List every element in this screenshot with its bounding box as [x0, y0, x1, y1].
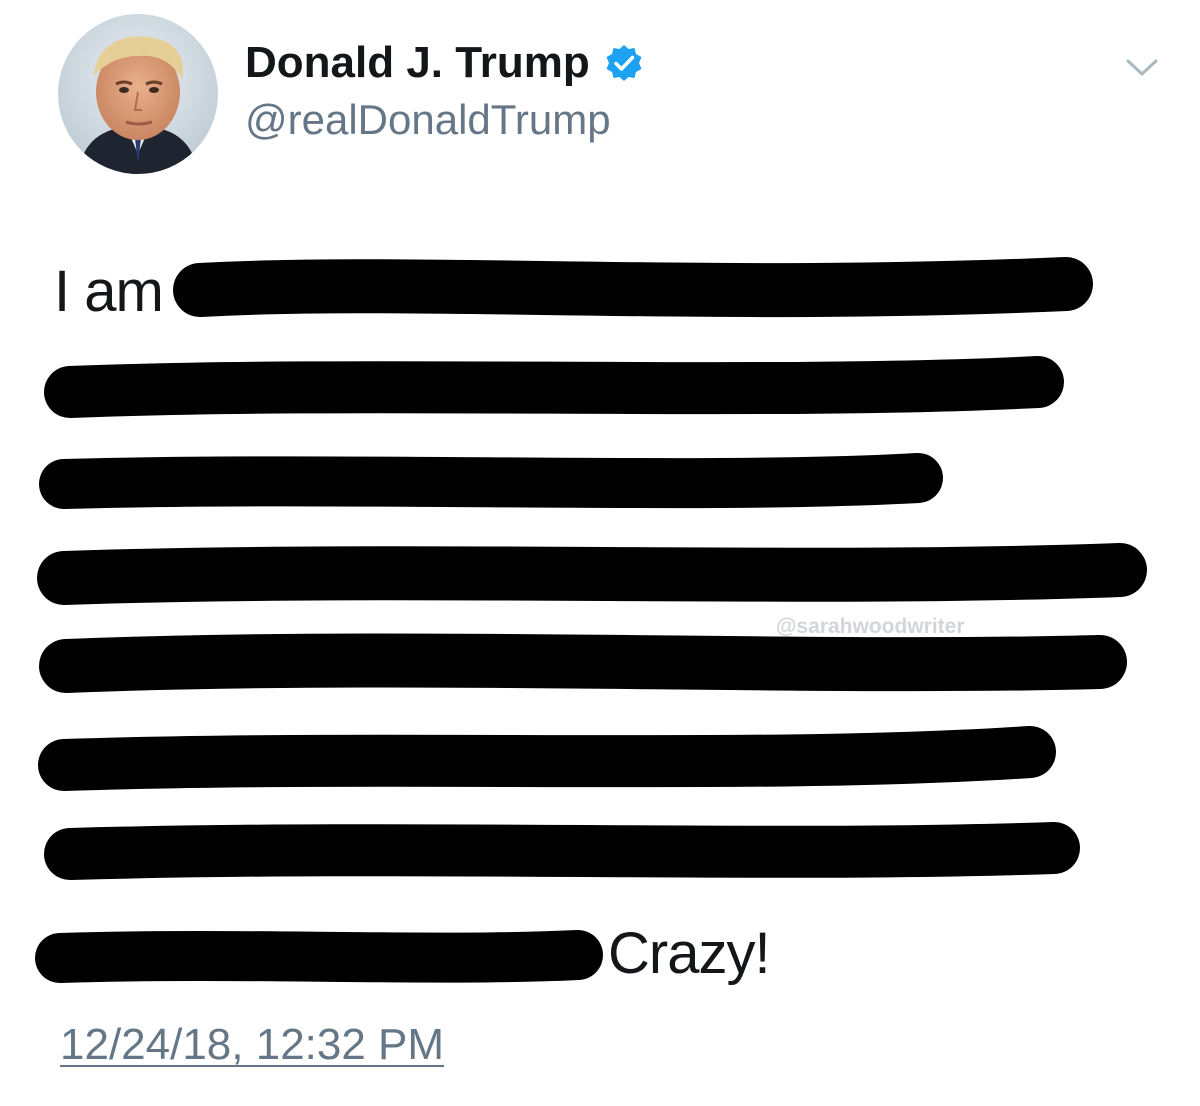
redaction-line-3	[39, 453, 943, 509]
tweet: Donald J. Trump @realDonaldTrump I am Cr…	[0, 0, 1200, 1106]
redaction-line-6	[38, 726, 1056, 791]
timestamp[interactable]: 12/24/18, 12:32 PM	[60, 1020, 444, 1070]
redaction-line-4	[37, 543, 1147, 605]
redaction-marks	[35, 257, 1147, 983]
redaction-line-8	[35, 930, 603, 983]
redaction-line-1	[173, 257, 1093, 318]
tweet-text: I am Crazy! @sarahwoodwriter	[0, 0, 1200, 1000]
watermark: @sarahwoodwriter	[776, 615, 965, 638]
redaction-line-5	[39, 633, 1127, 693]
redaction-line-2	[44, 356, 1064, 418]
redaction-line-7	[44, 822, 1080, 880]
